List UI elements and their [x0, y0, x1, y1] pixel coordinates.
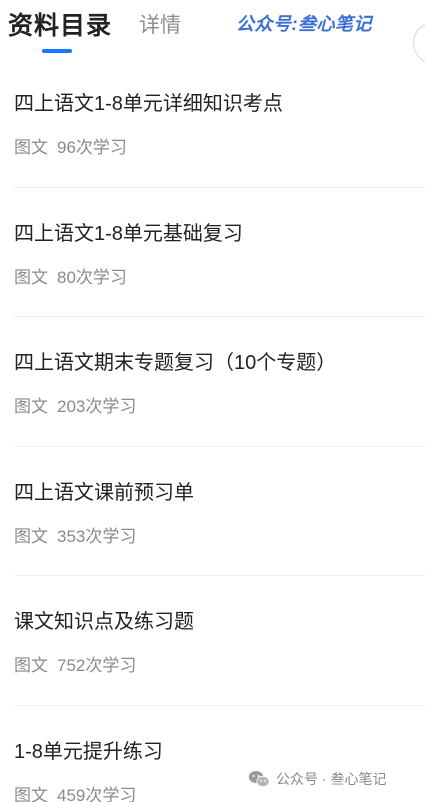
- item-views: 752次学习: [57, 656, 137, 675]
- item-views: 203次学习: [57, 397, 137, 416]
- wechat-icon: [248, 771, 270, 788]
- item-meta: 图文 353次学习: [14, 522, 136, 547]
- item-type: 图文: [14, 267, 48, 287]
- item-title: 课文知识点及练习题: [14, 611, 194, 633]
- header: 资料目录 详情 公众号:叁心笔记: [0, 0, 425, 64]
- catalog-list: 四上语文1-8单元详细知识考点 图文 96次学习 四上语文1-8单元基础复习 图文…: [0, 58, 425, 802]
- item-title: 四上语文课前预习单: [14, 481, 194, 504]
- item-title: 1-8单元提升练习: [14, 740, 163, 763]
- item-type: 图文: [14, 138, 48, 157]
- list-item[interactable]: 四上语文1-8单元基础复习 图文 80次学习: [14, 188, 425, 317]
- item-title: 四上语文期末专题复习（10个专题）: [14, 352, 337, 374]
- item-type: 图文: [14, 785, 48, 802]
- brand-label: 公众号:叁心笔记: [236, 14, 372, 34]
- item-views: 96次学习: [57, 138, 127, 157]
- list-item[interactable]: 四上语文1-8单元详细知识考点 图文 96次学习: [14, 58, 425, 188]
- watermark-text: 公众号 · 叁心笔记: [276, 771, 387, 787]
- item-meta: 图文 96次学习: [14, 133, 127, 158]
- item-type: 图文: [14, 526, 48, 546]
- item-meta: 图文 459次学习: [14, 781, 136, 802]
- item-title: 四上语文1-8单元基础复习: [14, 222, 243, 245]
- list-item[interactable]: 四上语文课前预习单 图文 353次学习: [14, 447, 425, 576]
- item-views: 353次学习: [57, 526, 137, 546]
- tab-details[interactable]: 详情: [139, 9, 181, 39]
- item-meta: 图文 203次学习: [14, 392, 136, 417]
- item-type: 图文: [14, 656, 48, 675]
- watermark: 公众号 · 叁心笔记: [248, 767, 386, 791]
- item-title: 四上语文1-8单元详细知识考点: [14, 93, 283, 115]
- item-type: 图文: [14, 397, 48, 416]
- list-item[interactable]: 课文知识点及练习题 图文 752次学习: [14, 576, 425, 706]
- item-views: 459次学习: [57, 785, 137, 802]
- page: 资料目录 详情 公众号:叁心笔记 四上语文1-8单元详细知识考点 图文 96次学习…: [0, 0, 425, 802]
- item-meta: 图文 80次学习: [14, 263, 127, 288]
- active-tab-indicator: [42, 49, 72, 53]
- list-item[interactable]: 四上语文期末专题复习（10个专题） 图文 203次学习: [14, 317, 425, 447]
- item-views: 80次学习: [57, 267, 127, 287]
- item-meta: 图文 752次学习: [14, 651, 136, 676]
- tab-catalog[interactable]: 资料目录: [8, 6, 112, 42]
